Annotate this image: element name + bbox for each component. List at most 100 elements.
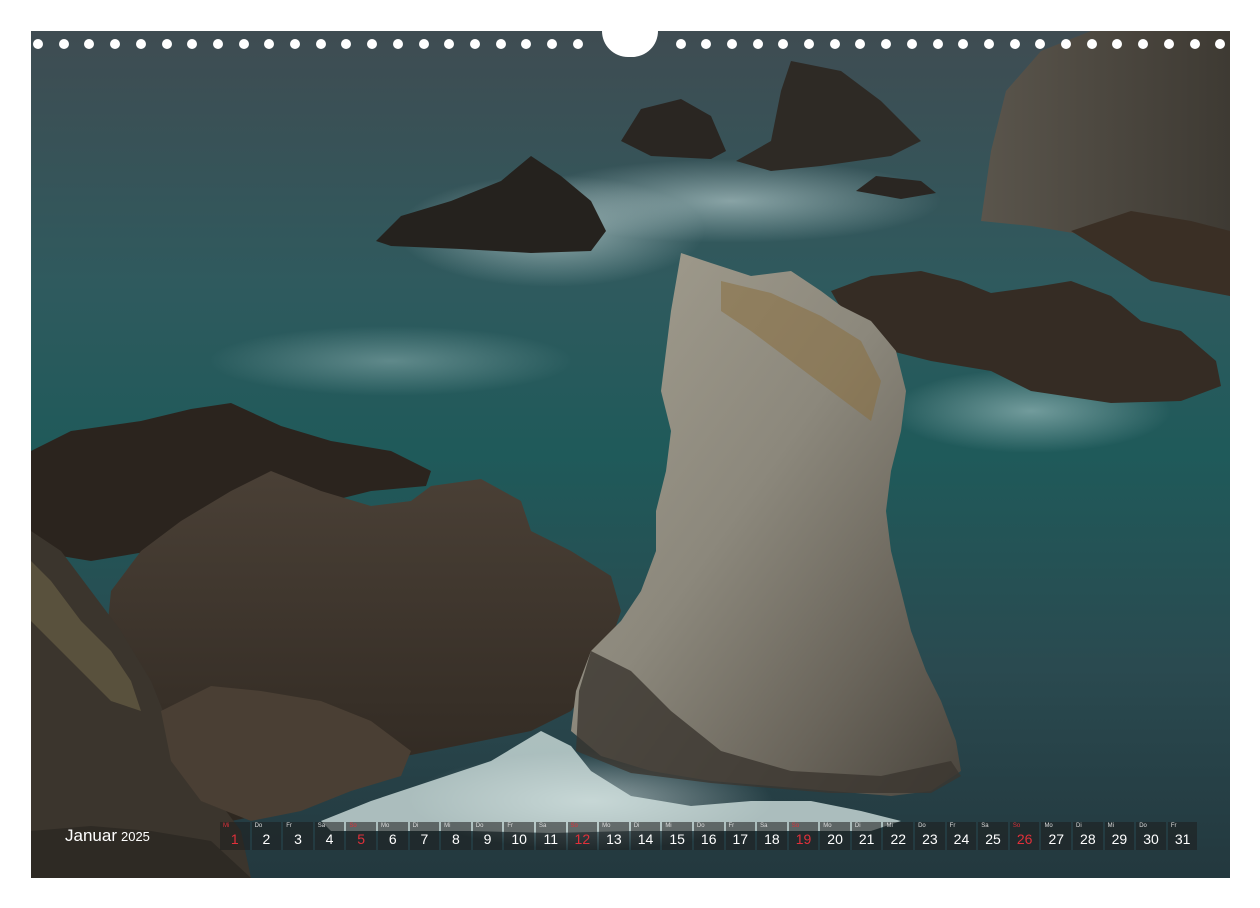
binding-hole	[881, 39, 892, 49]
binding-hole	[58, 39, 69, 49]
day-cell: Mi 22	[883, 822, 914, 850]
day-cell: Mi 29	[1104, 822, 1135, 850]
day-number: 13	[606, 831, 622, 847]
binding-hole	[212, 39, 223, 49]
day-weekday: Mi	[223, 823, 230, 829]
day-weekday: Fr	[507, 823, 514, 829]
spiral-binding	[31, 31, 1230, 57]
day-weekday: Di	[1076, 823, 1082, 829]
day-cell: So 19	[788, 822, 819, 850]
binding-hole	[84, 39, 95, 49]
day-weekday: Di	[854, 823, 861, 829]
day-cell: So 12	[567, 822, 598, 850]
day-cell: Do 2	[251, 822, 282, 850]
binding-hole	[1112, 39, 1123, 49]
day-weekday: Do	[918, 823, 926, 829]
day-weekday: Mo	[602, 823, 611, 829]
binding-hole	[1061, 39, 1071, 49]
day-weekday: Do	[696, 823, 705, 829]
day-number: 21	[858, 831, 875, 847]
binding-hole	[110, 39, 121, 49]
month-name: Januar	[65, 826, 117, 845]
binding-hole	[1009, 39, 1020, 49]
day-number: 1	[230, 831, 239, 847]
day-cell: Fr 31	[1167, 822, 1198, 850]
day-cell: Do 9	[472, 822, 503, 850]
day-number: 5	[357, 831, 366, 847]
day-cell: Sa 25	[978, 822, 1008, 850]
day-cell: Mi 15	[662, 822, 692, 850]
day-number: 15	[669, 831, 685, 847]
binding-hole	[392, 39, 403, 49]
binding-hole	[701, 39, 712, 49]
binding-hole	[752, 39, 763, 49]
day-number: 31	[1174, 831, 1191, 847]
day-number: 10	[511, 831, 527, 847]
day-cell: Di 28	[1073, 822, 1103, 850]
binding-hole	[290, 39, 300, 49]
day-number: 26	[1016, 831, 1033, 847]
day-cell: So 5	[346, 822, 376, 850]
day-cell: Fr 24	[946, 822, 977, 850]
day-weekday: Mo	[380, 823, 390, 829]
rock-distant-1	[376, 156, 606, 253]
day-number: 11	[543, 831, 558, 847]
day-weekday: Sa	[538, 823, 547, 829]
binding-hole	[1163, 39, 1174, 49]
binding-hole	[804, 39, 814, 49]
day-weekday: Di	[412, 823, 419, 829]
binding-hole	[469, 39, 480, 49]
day-weekday: Mo	[823, 823, 832, 829]
day-weekday: Do	[1139, 823, 1147, 829]
binding-hole	[572, 39, 583, 49]
day-number: 8	[452, 831, 460, 847]
binding-hole	[675, 39, 686, 49]
day-cell: Mo 13	[599, 822, 629, 850]
day-number: 14	[637, 831, 654, 847]
calendar-strip: Januar 2025 Mi 1 Do 2 Fr 3 Sa 4 So 5 Mo 6 Di 7 Mi 8 Do 9 Fr…	[31, 820, 1230, 852]
day-weekday: Do	[475, 823, 484, 829]
day-number: 29	[1111, 831, 1128, 847]
day-weekday: Do	[254, 823, 263, 829]
day-weekday: Di	[633, 823, 640, 829]
day-number: 27	[1048, 831, 1065, 847]
binding-hole	[829, 39, 840, 49]
day-number: 4	[325, 831, 334, 847]
day-cell: Di 7	[409, 822, 440, 850]
day-weekday: Mi	[665, 823, 672, 829]
day-weekday: So	[349, 823, 357, 829]
day-number: 7	[420, 831, 429, 847]
day-number: 23	[922, 831, 938, 847]
day-number: 20	[827, 831, 843, 847]
day-cell: Fr 3	[283, 822, 313, 850]
day-number: 12	[574, 831, 591, 847]
day-cell: Di 21	[851, 822, 882, 850]
binding-hole	[1138, 39, 1149, 49]
photo-illustration	[31, 31, 1230, 878]
day-number: 2	[262, 831, 271, 847]
day-number: 30	[1143, 831, 1159, 847]
binding-hole	[1086, 39, 1097, 49]
day-number: 16	[700, 831, 717, 847]
binding-hole	[367, 39, 378, 49]
day-cell: Fr 10	[504, 822, 534, 850]
day-weekday: Fr	[286, 823, 292, 829]
binding-hole	[726, 39, 737, 49]
rock-distant-2	[621, 99, 726, 159]
day-weekday: Mo	[1044, 823, 1053, 829]
day-list: Mi 1 Do 2 Fr 3 Sa 4 So 5 Mo 6 Di 7 Mi 8 Do 9 Fr 10 Sa 11 So 12 M…	[220, 822, 1198, 850]
day-number: 6	[388, 831, 397, 847]
binding-hole	[778, 39, 789, 49]
binding-hole	[983, 39, 994, 49]
calendar-photo-coast-rocks	[31, 31, 1230, 878]
binding-hole	[238, 39, 249, 49]
day-cell: Sa 4	[314, 822, 345, 850]
binding-hole	[1189, 39, 1200, 49]
day-weekday: So	[1012, 823, 1021, 829]
binding-hole	[958, 39, 969, 49]
day-weekday: Fr	[728, 823, 735, 829]
day-number: 17	[732, 831, 749, 847]
binding-hole	[521, 39, 532, 49]
year: 2025	[120, 829, 150, 844]
day-cell: Mi 8	[441, 822, 471, 850]
